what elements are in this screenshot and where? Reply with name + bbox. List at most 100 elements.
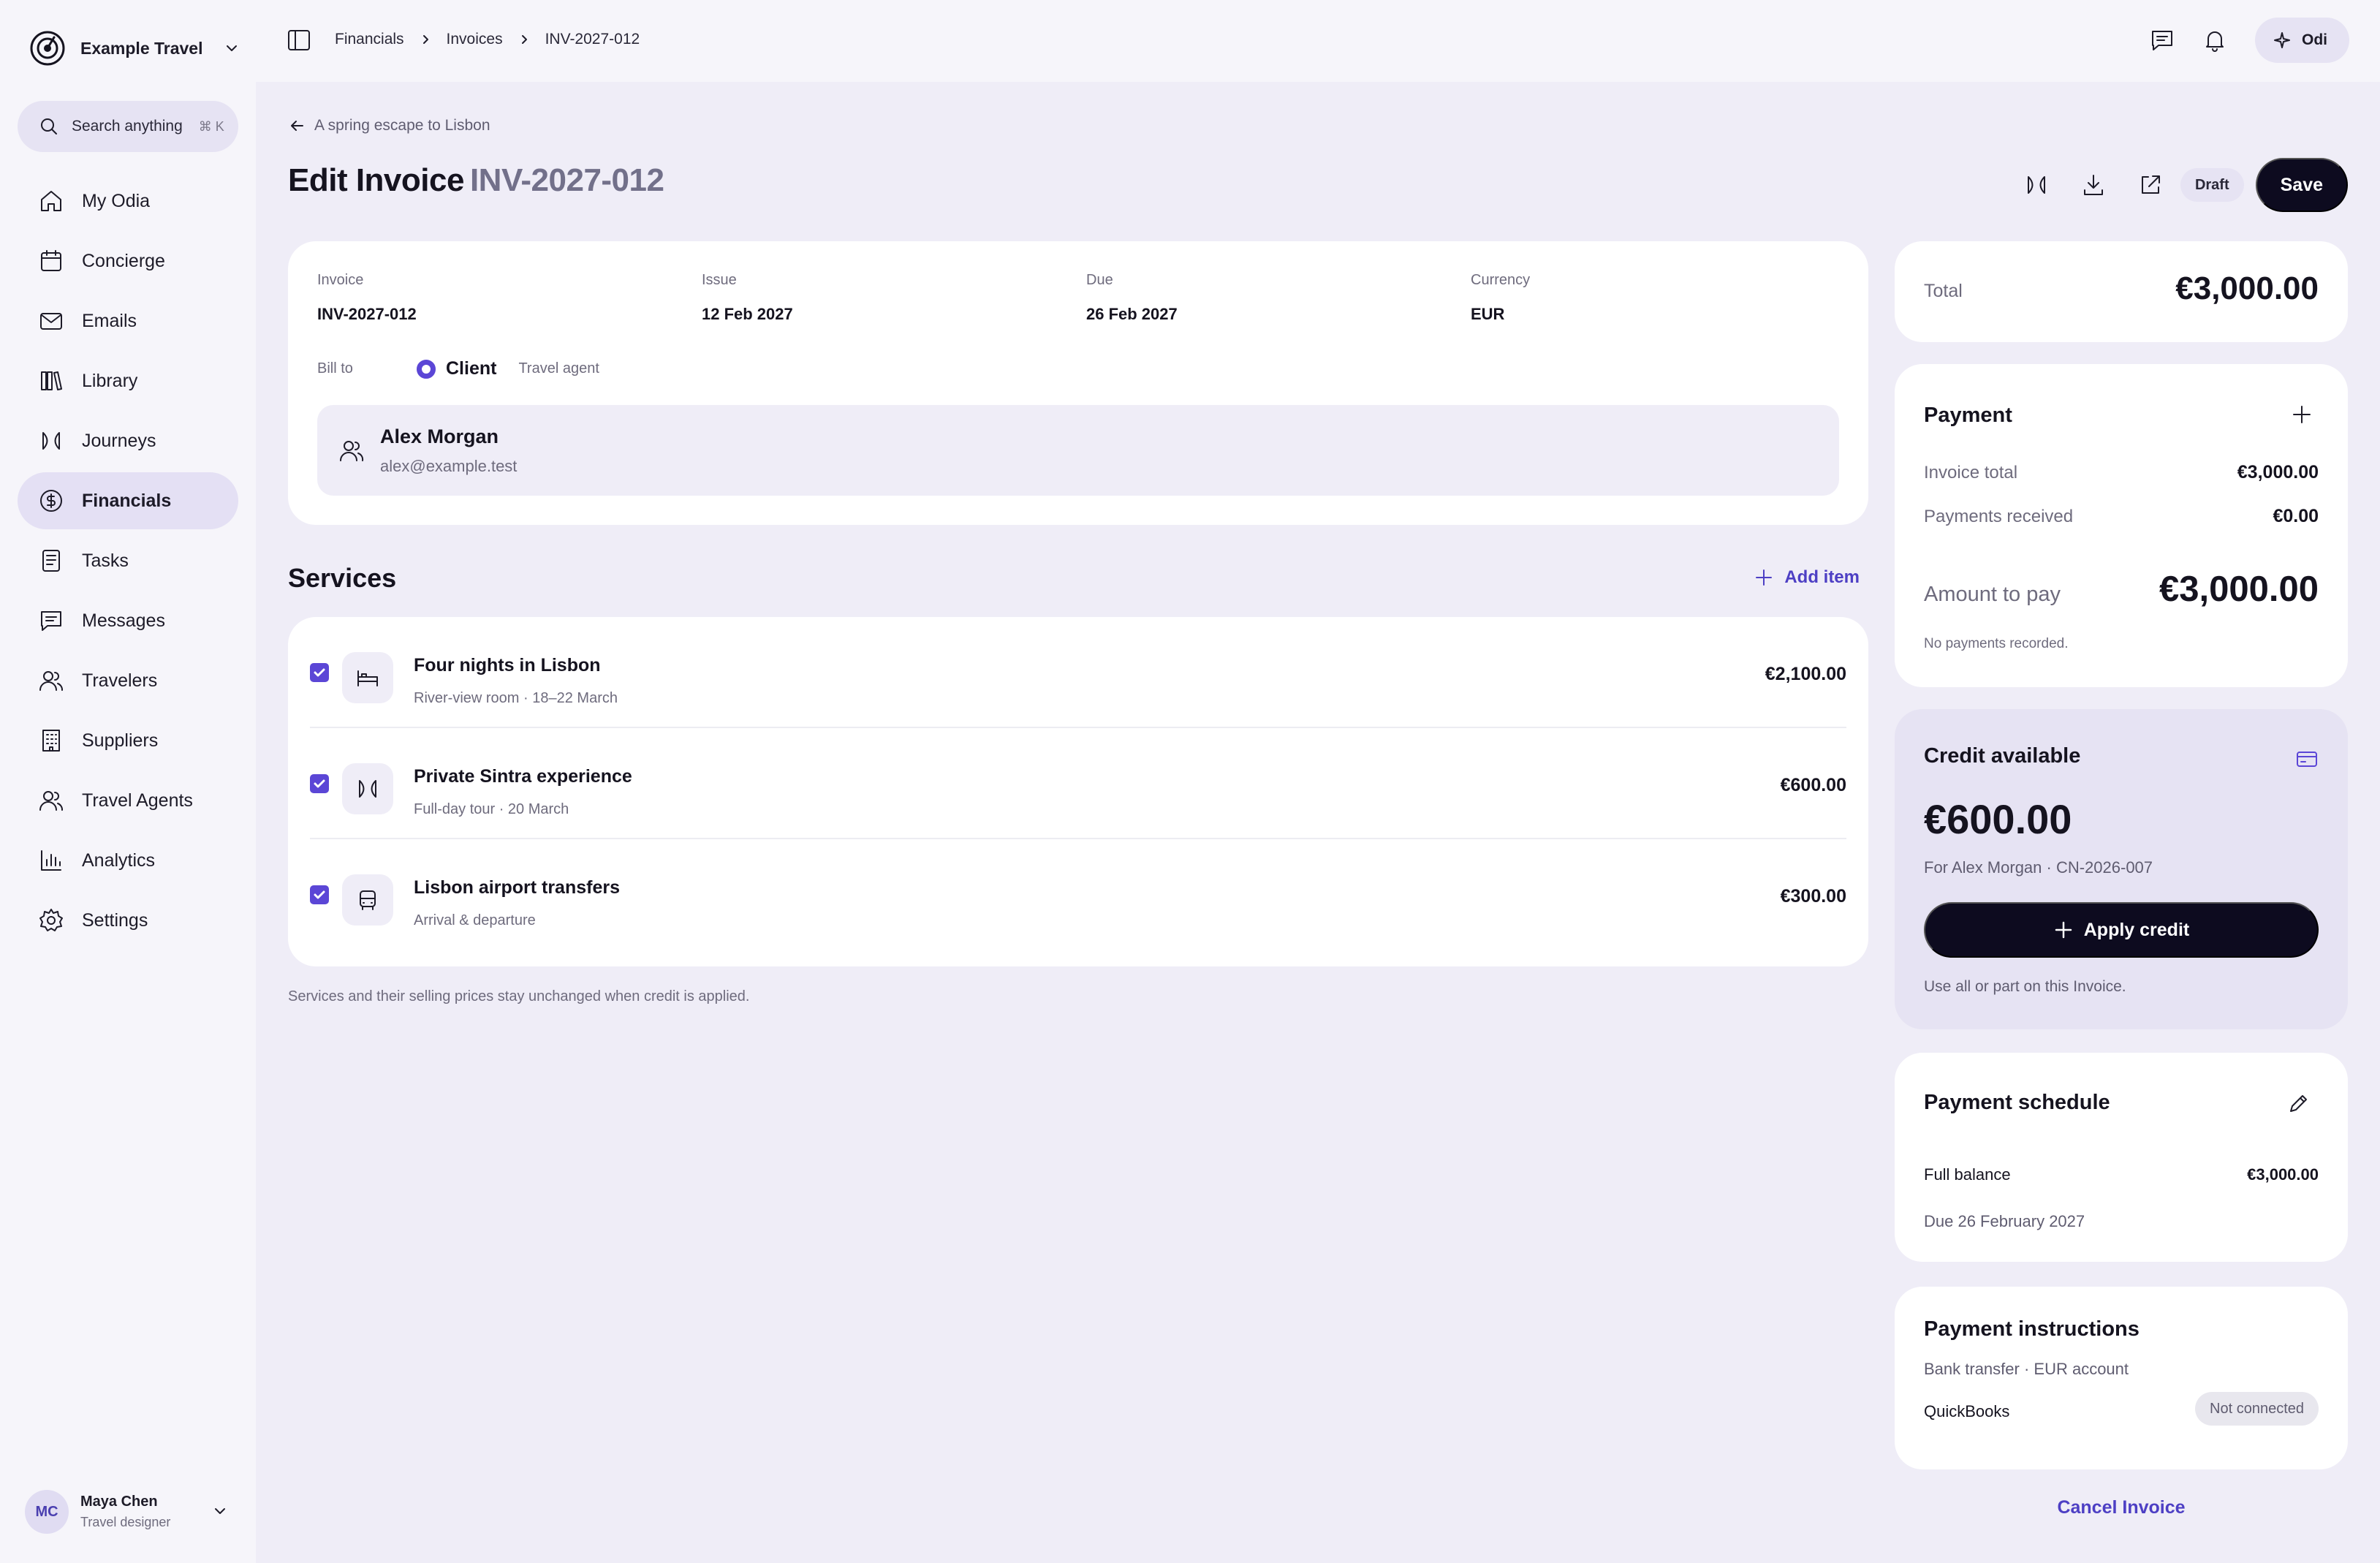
item-name: Four nights in Lisbon [414,655,601,675]
field-value: INV-2027-012 [317,305,417,323]
invoice-number-field[interactable]: Invoice INV-2027-012 [317,272,417,324]
plus-icon[interactable] [2291,404,2313,425]
integration-label: QuickBooks [1924,1402,2010,1420]
sidebar-toggle-icon[interactable] [287,28,311,53]
search-label: Search anything [72,118,183,135]
schedule-title: Payment schedule [1924,1091,2110,1114]
status-badge: Not connected [2195,1392,2319,1426]
issue-date-field[interactable]: Issue 12 Feb 2027 [702,272,793,324]
user-menu[interactable]: MC Maya Chen Travel designer [25,1488,225,1535]
travel-agent-option[interactable]: Travel agent [518,360,599,377]
sidebar-item-label: Messages [82,610,165,631]
journey-icon[interactable] [2024,173,2049,197]
credit-hint: Use all or part on this Invoice. [1924,978,2126,995]
row-value: €3,000.00 [2247,1165,2319,1184]
row-label: Payments received [1924,507,2074,526]
dollar-icon [40,490,62,512]
target-logo-icon [30,31,65,66]
breadcrumb-financials[interactable]: Financials [335,31,404,48]
field-label: Due [1086,272,1113,288]
item-price: €600.00 [1780,775,1846,795]
calendar-icon [41,250,61,271]
journey-icon [42,432,60,450]
field-label: Issue [702,272,737,288]
journey-icon [342,763,393,814]
client-option[interactable]: Client [446,358,496,379]
sparkle-icon [2274,32,2290,48]
search-button[interactable]: Search anything ⌘ K [18,101,238,152]
gear-icon [39,909,63,931]
sidebar-item-analytics[interactable]: Analytics [18,832,238,889]
sidebar-item-travelers[interactable]: Travelers [18,652,238,709]
client-radio[interactable] [417,359,436,379]
item-checkbox[interactable] [310,774,329,793]
client-name: Alex Morgan [380,425,499,447]
save-button[interactable]: Save [2255,158,2348,212]
item-checkbox[interactable] [310,663,329,682]
user-name: Maya Chen [80,1494,158,1510]
apply-credit-button[interactable]: Apply credit [1924,902,2319,958]
item-price: €300.00 [1780,886,1846,907]
cancel-invoice-link[interactable]: Cancel Invoice [1895,1497,2348,1518]
payment-schedule-card: Payment schedule Full balance €3,000.00 … [1895,1053,2348,1262]
chat-icon[interactable] [2150,28,2175,53]
workspace-switcher[interactable]: Example Travel [29,29,240,67]
chart-icon [41,850,61,871]
arrow-left-icon [291,121,303,131]
client-selector[interactable]: Alex Morgan alex@example.test [317,405,1839,496]
sidebar-item-concierge[interactable]: Concierge [18,232,238,289]
list-item[interactable]: Four nights in Lisbon River-view room · … [310,617,1846,728]
external-link-icon[interactable] [2138,173,2163,197]
client-email: alex@example.test [380,456,518,475]
credit-card-icon [2297,752,2317,767]
invoice-details-card: Invoice INV-2027-012 Issue 12 Feb 2027 D… [288,241,1868,525]
assistant-button[interactable]: Odi [2255,18,2349,63]
topbar: Financials Invoices INV-2027-012 Odi [256,0,2380,82]
download-icon[interactable] [2081,173,2106,197]
due-date-field[interactable]: Due 26 Feb 2027 [1086,272,1178,324]
bell-icon[interactable] [2202,28,2227,53]
instructions-title: Payment instructions [1924,1317,2140,1341]
back-link[interactable]: A spring escape to Lisbon [288,117,490,135]
sidebar-item-financials[interactable]: Financials [18,472,238,529]
sidebar-item-settings[interactable]: Settings [18,892,238,949]
services-note: Services and their selling prices stay u… [288,988,750,1004]
sidebar-nav: My Odia Concierge Emails Library Journey… [18,173,238,952]
breadcrumb-current: INV-2027-012 [545,31,640,48]
workspace-name: Example Travel [80,38,203,58]
sidebar-item-label: Concierge [82,250,165,271]
item-checkbox[interactable] [310,885,329,904]
chevron-down-icon [226,45,237,51]
sidebar-item-journeys[interactable]: Journeys [18,412,238,469]
sidebar-item-label: Financials [82,490,172,511]
currency-field[interactable]: Currency EUR [1471,272,1530,324]
sidebar-item-messages[interactable]: Messages [18,592,238,649]
sidebar-item-label: Journeys [82,430,156,451]
total-value: €3,000.00 [2175,270,2319,306]
list-item[interactable]: Lisbon airport transfers Arrival & depar… [310,839,1846,950]
field-value: 26 Feb 2027 [1086,305,1178,323]
row-label: Full balance [1924,1165,2011,1184]
tasks-icon [42,550,60,572]
chevron-right-icon [422,35,428,44]
instructions-subtitle: Bank transfer · EUR account [1924,1360,2129,1378]
sidebar-item-emails[interactable]: Emails [18,292,238,349]
breadcrumb-invoices[interactable]: Invoices [447,31,503,48]
sidebar-item-tasks[interactable]: Tasks [18,532,238,589]
bed-icon [342,652,393,703]
payment-instructions-card: Payment instructions Bank transfer · EUR… [1895,1287,2348,1469]
pencil-icon[interactable] [2286,1092,2310,1116]
item-name: Lisbon airport transfers [414,877,620,898]
sidebar-item-library[interactable]: Library [18,352,238,409]
message-icon [41,611,61,631]
sidebar-item-travel-agents[interactable]: Travel Agents [18,772,238,829]
user-role: Travel designer [80,1515,171,1529]
total-card: Total €3,000.00 [1895,241,2348,342]
sidebar-item-suppliers[interactable]: Suppliers [18,712,238,769]
list-item[interactable]: Private Sintra experience Full-day tour … [310,728,1846,839]
status-badge: Draft [2180,168,2244,202]
item-price: €2,100.00 [1765,664,1846,684]
credit-title: Credit available [1924,744,2081,768]
sidebar-item-my-odia[interactable]: My Odia [18,173,238,230]
add-item-button[interactable]: Add item [1754,567,1860,588]
